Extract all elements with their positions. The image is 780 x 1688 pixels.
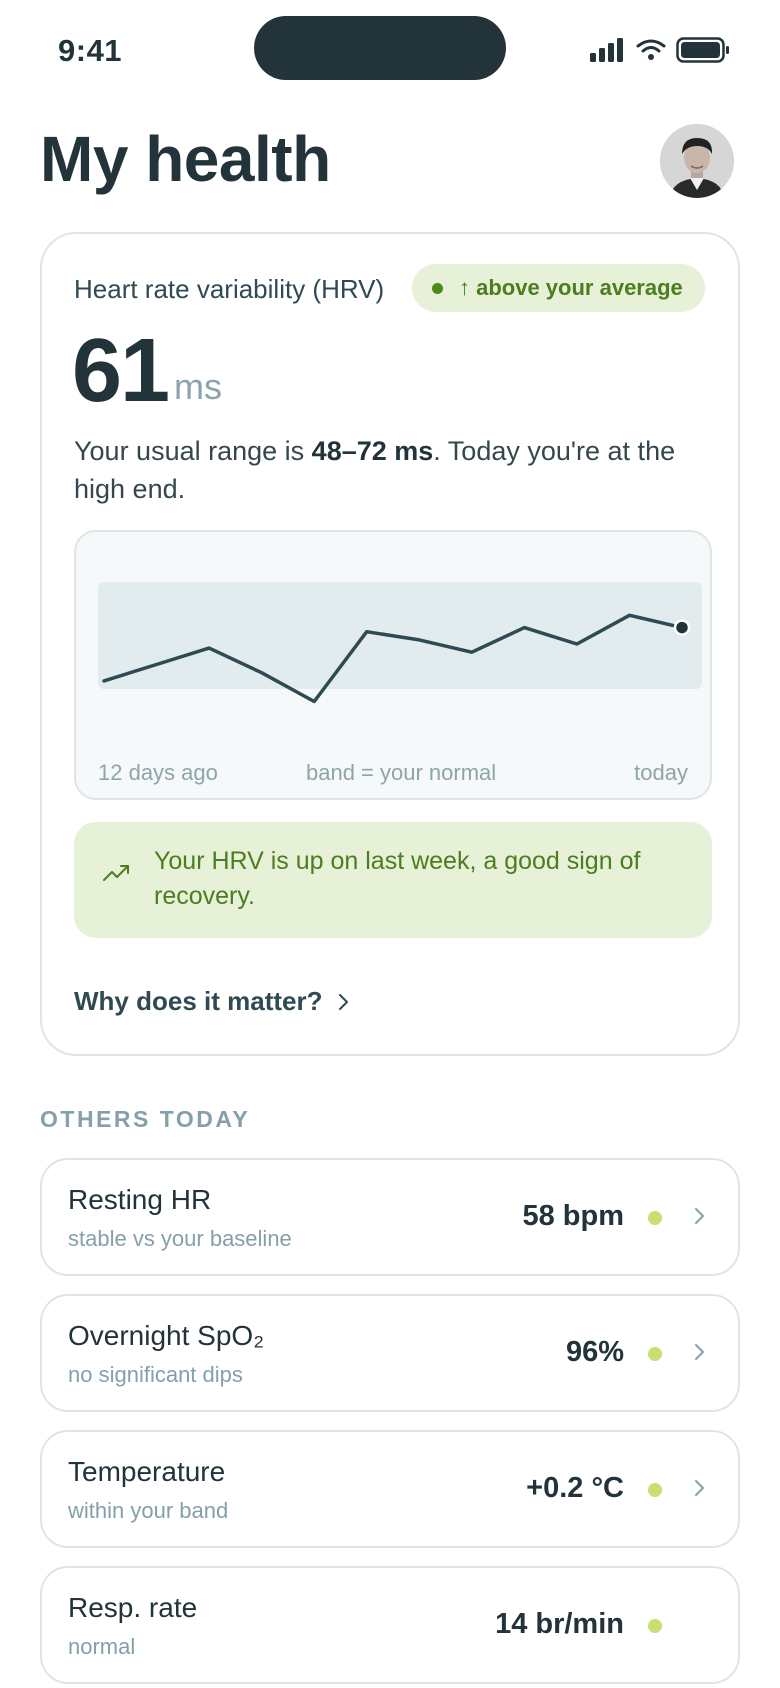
- metric-name: Resting HR: [68, 1184, 212, 1215]
- chart-label-start: 12 days ago: [98, 760, 218, 785]
- status-dot: [648, 1211, 662, 1225]
- metric-value: 58 bpm: [522, 1200, 624, 1232]
- hrv-chart-plot: [98, 582, 702, 704]
- status-time: 9:41: [58, 33, 123, 68]
- status-icons: [590, 35, 730, 65]
- status-bar: 9:41: [0, 0, 780, 90]
- insight-box: Your HRV is up on last week, a good sign…: [74, 822, 712, 938]
- avatar-photo: [660, 124, 734, 198]
- chevron-right-icon: [695, 1480, 704, 1496]
- hrv-range-text: Your usual range is 48–72 ms. Today you'…: [74, 432, 714, 508]
- why-it-matters-link[interactable]: Why does it matter?: [74, 986, 350, 1017]
- hrv-chart: 12 days ago band = your normal today: [74, 530, 712, 800]
- metric-subtitle: within your band: [68, 1498, 229, 1523]
- range-value: 48–72 ms: [311, 436, 434, 466]
- status-dot: [648, 1619, 662, 1633]
- insight-text: Your HRV is up on last week, a good sign…: [154, 847, 641, 910]
- battery-icon: [676, 37, 729, 63]
- range-prefix: Your usual range is: [74, 436, 312, 466]
- metric-card-resting-hr[interactable]: Resting HR stable vs your baseline 58 bp…: [40, 1158, 740, 1276]
- metric-card-resp-rate[interactable]: Resp. rate normal 14 br/min: [40, 1566, 740, 1684]
- hrv-label: Heart rate variability (HRV): [74, 274, 385, 304]
- metric-card-temperature[interactable]: Temperature within your band +0.2 °C: [40, 1430, 740, 1548]
- why-it-matters-label: Why does it matter?: [74, 986, 323, 1016]
- metric-name: Temperature: [68, 1456, 226, 1487]
- avatar[interactable]: [660, 124, 734, 198]
- metric-name: Resp. rate: [68, 1592, 198, 1623]
- metric-value: 14 br/min: [495, 1608, 624, 1640]
- chart-label-end: today: [634, 760, 688, 785]
- metric-subtitle: normal: [68, 1634, 136, 1659]
- page-title: My health: [40, 123, 331, 195]
- metric-value: +0.2 °C: [526, 1472, 624, 1504]
- trend-up-icon: [103, 865, 129, 881]
- today-point: [673, 619, 691, 636]
- wifi-icon: [636, 39, 666, 60]
- status-dot: [648, 1347, 662, 1361]
- metric-value: 96%: [565, 1336, 624, 1368]
- chevron-right-icon: [695, 1344, 704, 1360]
- hrv-card: Heart rate variability (HRV) ↑ above you…: [40, 232, 740, 1056]
- hrv-value: 61: [72, 321, 170, 421]
- chart-label-band: band = your normal: [306, 760, 497, 785]
- others-section-title: OTHERS TODAY: [40, 1106, 251, 1132]
- metric-subtitle: stable vs your baseline: [68, 1226, 292, 1251]
- status-dot: [648, 1483, 662, 1497]
- chevron-right-icon: [695, 1208, 704, 1224]
- hrv-unit: ms: [174, 366, 222, 407]
- metric-name: Overnight SpO₂: [68, 1320, 265, 1351]
- signal-icon: [590, 38, 623, 62]
- status-dot: [432, 282, 443, 294]
- chevron-right-icon: [339, 993, 349, 1010]
- metric-subtitle: no significant dips: [68, 1362, 243, 1387]
- dynamic-island: [254, 16, 506, 80]
- trend-badge: ↑ above your average: [412, 264, 705, 312]
- metric-card-spo2[interactable]: Overnight SpO₂ no significant dips 96%: [40, 1294, 740, 1412]
- trend-badge-text: ↑ above your average: [459, 275, 683, 300]
